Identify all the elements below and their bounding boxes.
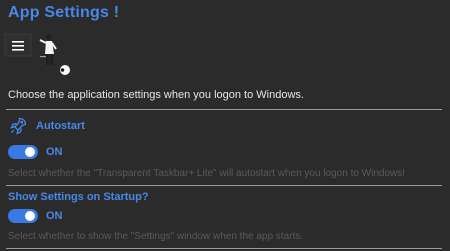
page-title: App Settings ! [8,4,120,21]
autostart-header: Autostart [8,116,85,136]
autostart-help-text: Select whether the "Transparent Taskbar+… [8,168,406,179]
show-settings-header: Show Settings on Startup? [8,191,149,203]
autostart-toggle-state: ON [46,146,63,158]
show-settings-label: Show Settings on Startup? [8,191,149,203]
show-settings-toggle[interactable] [8,209,38,223]
show-settings-toggle-row: ON [8,209,63,223]
toggle-knob [25,147,35,157]
settings-description: Choose the application settings when you… [8,89,304,101]
person-presenting-menu-illustration [4,30,70,78]
show-settings-help-text: Select whether to show the "Settings" wi… [8,231,304,242]
autostart-label: Autostart [36,120,85,132]
toggle-knob [25,211,35,221]
rocket-icon [10,117,27,135]
autostart-toggle-row: ON [8,145,63,159]
section-divider [6,185,442,186]
section-divider [6,248,442,249]
autostart-toggle[interactable] [8,145,38,159]
show-settings-toggle-state: ON [46,210,63,222]
section-divider [6,109,442,110]
